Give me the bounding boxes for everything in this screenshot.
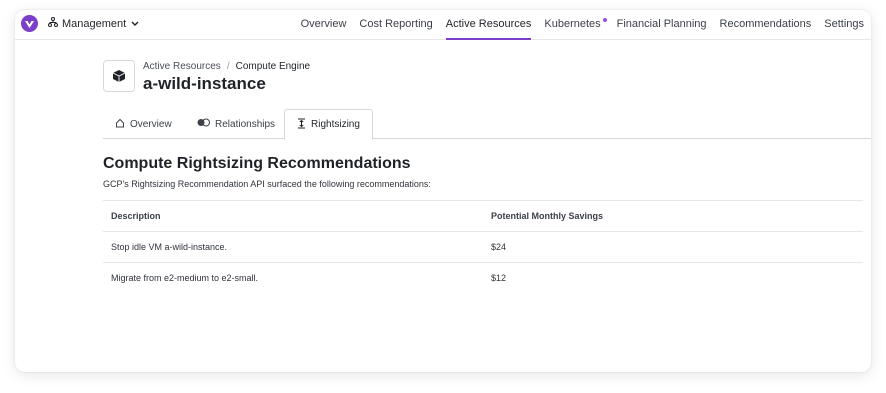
tab-overview-label: Overview	[130, 118, 172, 130]
header-description: Description	[111, 211, 161, 221]
nav-kubernetes-label: Kubernetes	[544, 18, 601, 30]
section-description: GCP's Rightsizing Recommendation API sur…	[103, 179, 431, 189]
notification-dot	[602, 18, 607, 22]
home-icon	[115, 118, 125, 131]
nav-cost-reporting[interactable]: Cost Reporting	[353, 10, 439, 40]
table-row: Stop idle VM a-wild-instance. $24	[103, 231, 863, 262]
nav-financial-planning[interactable]: Financial Planning	[611, 10, 714, 40]
rightsizing-icon	[297, 118, 306, 132]
brand-logo-icon[interactable]	[21, 15, 38, 32]
nav-links: Overview Cost Reporting Active Resources…	[295, 10, 871, 40]
page-title: a-wild-instance	[143, 74, 266, 93]
relationships-icon	[197, 118, 210, 130]
top-navigation: Management Overview Cost Reporting Activ…	[15, 10, 871, 40]
nav-kubernetes[interactable]: Kubernetes	[538, 10, 610, 40]
chevron-down-icon	[131, 19, 139, 29]
breadcrumb-parent[interactable]: Active Resources	[143, 61, 221, 72]
nav-recommendations[interactable]: Recommendations	[714, 10, 819, 40]
table-header-row: Description Potential Monthly Savings	[103, 200, 863, 231]
row-savings: $24	[491, 242, 507, 252]
tab-overview[interactable]: Overview	[103, 109, 184, 139]
tab-rightsizing-label: Rightsizing	[311, 119, 360, 130]
org-name: Management	[62, 17, 127, 30]
nav-settings[interactable]: Settings	[818, 10, 871, 40]
app-card: Management Overview Cost Reporting Activ…	[15, 10, 871, 372]
tab-relationships[interactable]: Relationships	[185, 109, 287, 139]
recommendations-table: Description Potential Monthly Savings St…	[103, 200, 863, 293]
nav-active-resources[interactable]: Active Resources	[440, 10, 539, 40]
tab-relationships-label: Relationships	[215, 118, 276, 130]
section-title: Compute Rightsizing Recommendations	[103, 155, 411, 172]
row-description: Migrate from e2-medium to e2-small.	[111, 273, 259, 283]
header-savings: Potential Monthly Savings	[491, 211, 604, 221]
breadcrumb: Active Resources / Compute Engine	[143, 61, 310, 72]
tab-rightsizing[interactable]: Rightsizing	[284, 109, 373, 140]
row-description: Stop idle VM a-wild-instance.	[111, 242, 228, 252]
tab-bar: Overview Relationships Rightsizing	[103, 109, 871, 140]
org-tree-icon	[48, 17, 58, 30]
compute-engine-icon	[103, 60, 135, 92]
table-row: Migrate from e2-medium to e2-small. $12	[103, 262, 863, 293]
row-savings: $12	[491, 273, 507, 283]
breadcrumb-separator: /	[226, 61, 230, 72]
nav-overview[interactable]: Overview	[295, 10, 354, 40]
org-switcher[interactable]: Management	[48, 17, 139, 30]
breadcrumb-current: Compute Engine	[235, 61, 311, 72]
